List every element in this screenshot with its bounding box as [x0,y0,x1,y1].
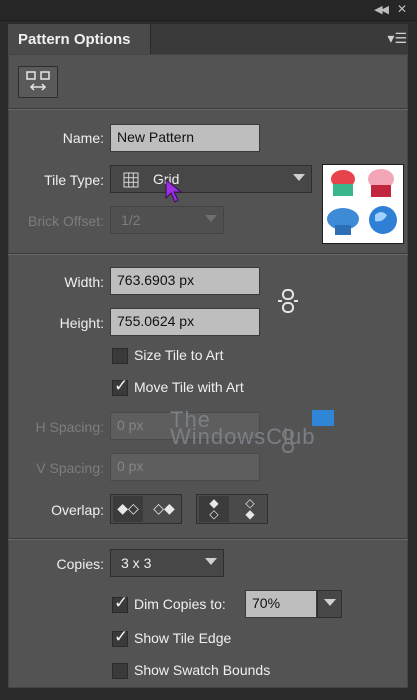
height-field[interactable]: 755.0624 px [110,308,260,336]
chevron-down-icon [293,174,305,181]
checkmark-icon: ✓ [114,376,129,395]
pattern-preview [322,164,404,244]
close-icon[interactable]: ✕ [397,2,407,16]
copies-value: 3 x 3 [121,555,152,571]
v-spacing-label: V Spacing: [36,460,104,476]
tab-pattern-options[interactable]: Pattern Options [8,24,151,54]
h-spacing-label: H Spacing: [35,419,104,435]
divider [8,253,408,255]
tab-title: Pattern Options [18,31,131,48]
chevron-down-icon [324,599,336,606]
size-tile-to-art-label: Size Tile to Art [134,347,224,363]
panel-menu-icon[interactable]: ▾☰ [387,30,407,47]
width-label: Width: [64,274,104,290]
pattern-tile-tool-button[interactable] [18,66,58,98]
overlap-top-in-front-button[interactable]: ◆ ◇ [199,496,229,522]
show-tile-edge-label: Show Tile Edge [134,630,232,646]
size-tile-to-art-checkbox[interactable] [112,348,128,364]
overlap-bottom-icon: ◇ ◆ [245,496,255,521]
overlap-bottom-in-front-button[interactable]: ◇ ◆ [235,496,265,522]
overlap-label: Overlap: [51,502,104,518]
pattern-tile-tool-icon [26,71,50,91]
checkmark-icon: ✓ [114,627,129,646]
divider [8,108,408,110]
brick-offset-label: Brick Offset: [28,213,104,229]
dim-copies-dropdown-button[interactable] [317,590,342,618]
mouse-cursor-icon [165,178,183,203]
watermark-text: WindowsClub [170,424,316,449]
v-spacing-field[interactable]: 0 px [110,453,260,481]
overlap-horizontal-group: ◆◇ ◇◆ [110,494,182,524]
width-field[interactable]: 763.6903 px [110,267,260,295]
name-label: Name: [62,130,104,146]
tile-type-dropdown[interactable]: Grid [110,165,312,193]
overlap-right-icon: ◇◆ [153,500,175,516]
chevron-down-icon [205,215,217,222]
chevron-down-icon [205,558,217,565]
show-swatch-bounds-label: Show Swatch Bounds [134,662,271,678]
link-icon[interactable] [276,287,300,315]
overlap-right-in-front-button[interactable]: ◇◆ [149,496,179,522]
divider [8,538,408,540]
tile-type-label: Tile Type: [44,172,104,188]
brick-offset-value: 1/2 [121,212,141,228]
dim-copies-field[interactable]: 70% [245,590,317,618]
copies-label: Copies: [56,556,104,572]
move-tile-with-art-label: Move Tile with Art [134,379,244,395]
overlap-top-icon: ◆ ◇ [209,496,219,521]
name-field[interactable]: New Pattern [110,124,260,152]
show-tile-edge-checkbox[interactable]: ✓ [112,627,128,647]
panel-top-bar [0,0,417,21]
brick-offset-dropdown[interactable]: 1/2 [110,206,224,234]
checkmark-icon: ✓ [114,593,129,612]
pattern-preview-image [327,169,397,235]
move-tile-with-art-checkbox[interactable]: ✓ [112,376,128,396]
height-label: Height: [59,315,104,331]
dim-copies-checkbox[interactable]: ✓ [112,593,128,613]
overlap-vertical-group: ◆ ◇ ◇ ◆ [196,494,268,524]
double-chevron-left-icon[interactable]: ◀◀ [374,3,389,16]
overlap-left-icon: ◆◇ [117,500,139,516]
windows-logo-icon [312,410,334,426]
dim-copies-label: Dim Copies to: [134,596,226,612]
overlap-left-in-front-button[interactable]: ◆◇ [113,496,143,522]
show-swatch-bounds-checkbox[interactable] [112,663,128,679]
copies-dropdown[interactable]: 3 x 3 [110,549,224,577]
grid-icon [123,172,139,188]
